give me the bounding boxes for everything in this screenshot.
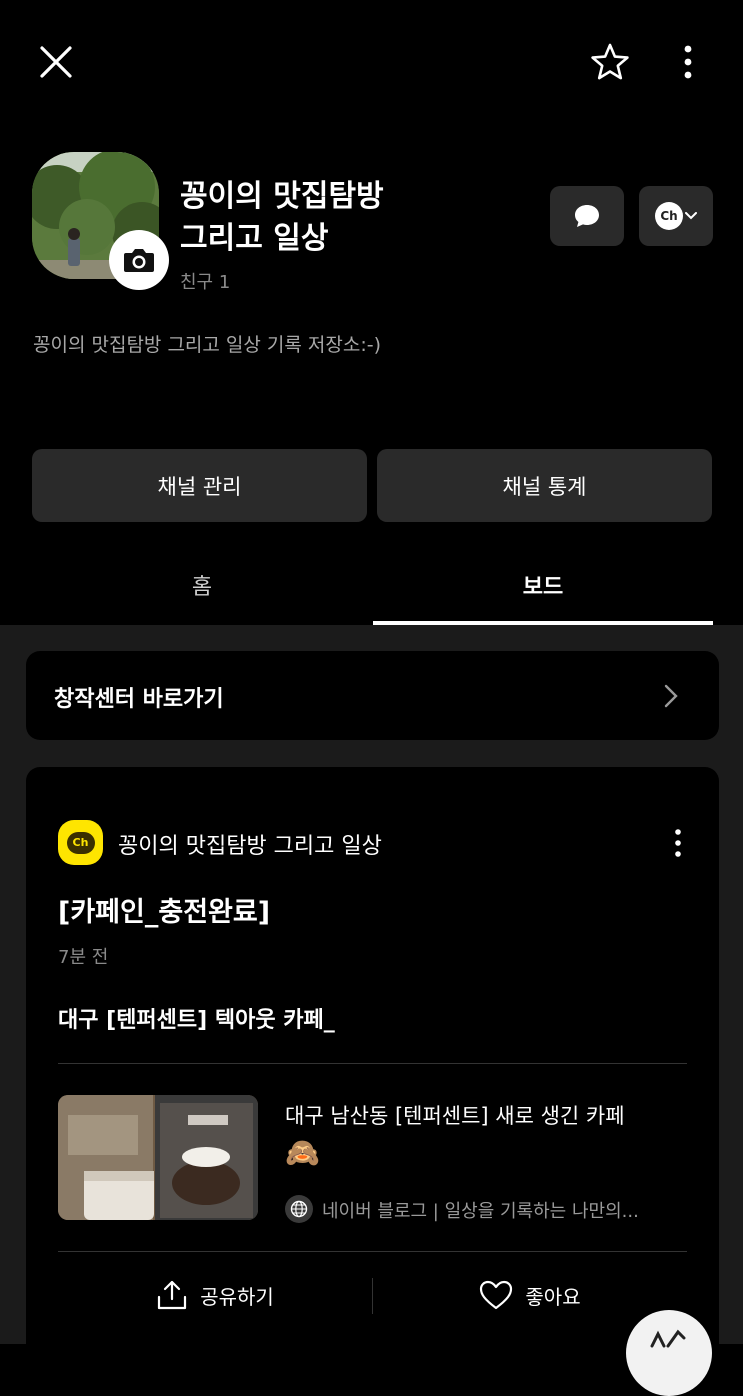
link-source: 네이버 블로그 | 일상을 기록하는 나만의... — [322, 1201, 639, 1222]
like-label: 좋아요 — [525, 1284, 581, 1309]
more-options-button[interactable] — [664, 36, 712, 88]
link-preview[interactable]: 대구 남산동 [텐퍼센트] 새로 생긴 카페 🙈 네이버 블로그 | 일상을 기… — [58, 1095, 687, 1223]
post-time: 7분 전 — [58, 947, 109, 968]
post-channel-name[interactable]: 꽁이의 맛집탐방 그리고 일상 — [118, 828, 382, 860]
chevron-down-icon — [685, 212, 697, 220]
close-icon — [40, 46, 72, 78]
share-icon — [158, 1280, 187, 1310]
pencil-icon — [650, 1329, 686, 1348]
favorite-button[interactable] — [584, 36, 636, 88]
channel-description: 꽁이의 맛집탐방 그리고 일상 기록 저장소:-) — [33, 334, 382, 356]
channel-badge-label: Ch — [72, 836, 89, 849]
channel-name-line1: 꽁이의 맛집탐방 — [180, 179, 384, 214]
share-label: 공유하기 — [200, 1284, 274, 1309]
close-button[interactable] — [30, 36, 82, 88]
link-title-text: 대구 남산동 [텐퍼센트] 새로 생긴 카페 — [285, 1104, 625, 1128]
channel-stats-button[interactable]: 채널 통계 — [377, 449, 712, 522]
channel-name-line2: 그리고 일상 — [180, 221, 329, 256]
channel-icon: Ch — [655, 202, 683, 230]
more-vertical-icon — [675, 829, 681, 857]
share-button[interactable]: 공유하기 — [58, 1270, 372, 1320]
chat-button[interactable] — [550, 186, 624, 246]
heart-icon — [480, 1280, 513, 1310]
post-divider-bottom — [58, 1251, 687, 1252]
post-divider-top — [58, 1063, 687, 1064]
like-button[interactable]: 좋아요 — [373, 1270, 687, 1320]
post-more-button[interactable] — [664, 826, 692, 860]
friends-count: 친구 1 — [180, 272, 231, 293]
creator-center-label: 창작센터 바로가기 — [54, 687, 224, 712]
chat-bubble-icon — [575, 205, 599, 227]
globe-icon — [290, 1200, 308, 1218]
channel-badge-icon: Ch — [58, 820, 103, 865]
chevron-right-icon — [664, 684, 678, 708]
creator-center-link[interactable]: 창작센터 바로가기 — [26, 651, 719, 740]
post-body: 대구 [텐퍼센트] 텍아웃 카페_ — [58, 1008, 335, 1033]
manage-channel-button[interactable]: 채널 관리 — [32, 449, 367, 522]
link-thumbnail — [58, 1095, 258, 1220]
tab-home-label: 홈 — [191, 575, 213, 600]
link-title-emoji: 🙈 — [285, 1136, 320, 1169]
more-vertical-icon — [684, 45, 692, 79]
tab-board[interactable]: 보드 — [373, 545, 713, 625]
channel-badge-bubble: Ch — [66, 831, 95, 854]
post-title: [카페인_충전완료] — [58, 897, 271, 928]
link-source-icon — [285, 1195, 313, 1223]
channel-icon-label: Ch — [660, 209, 678, 223]
change-photo-button[interactable] — [109, 230, 169, 290]
camera-icon — [124, 249, 154, 272]
channel-menu-button[interactable]: Ch — [639, 186, 713, 246]
channel-name: 꽁이의 맛집탐방 그리고 일상 — [180, 176, 384, 260]
star-icon — [591, 43, 629, 80]
link-title: 대구 남산동 [텐퍼센트] 새로 생긴 카페 🙈 — [285, 1099, 685, 1173]
write-fab[interactable] — [626, 1310, 712, 1396]
tab-board-label: 보드 — [522, 575, 564, 600]
tab-home[interactable]: 홈 — [32, 545, 372, 625]
